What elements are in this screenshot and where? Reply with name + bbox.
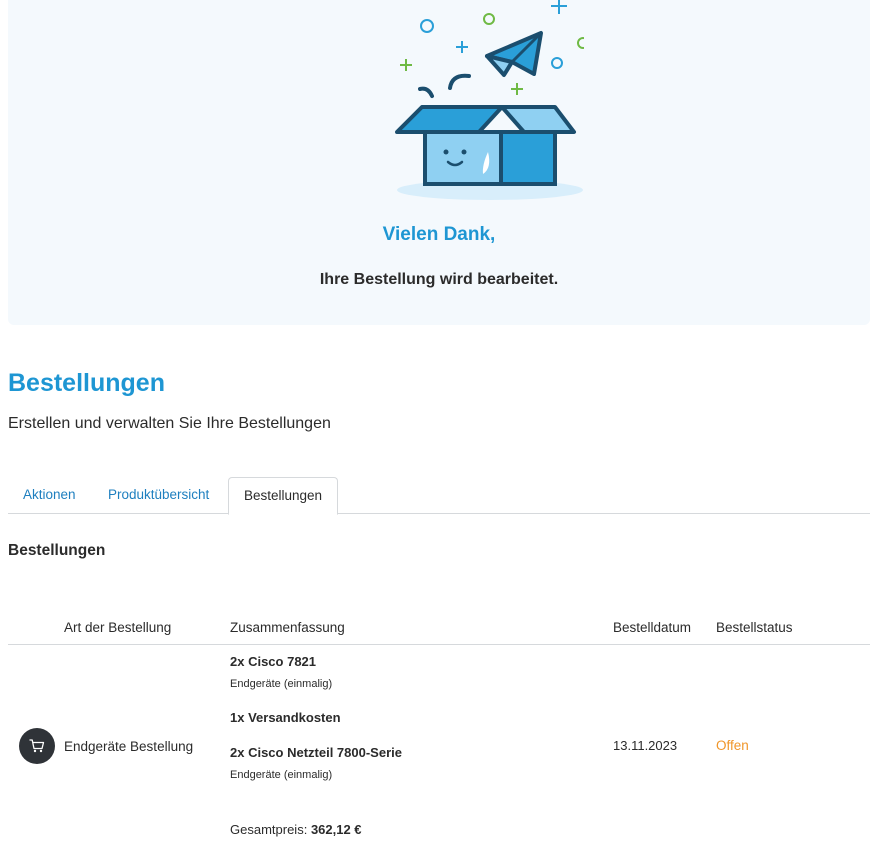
order-total: Gesamtpreis: 362,12 € <box>230 822 362 837</box>
tab-produktuebersicht[interactable]: Produktübersicht <box>93 477 224 514</box>
table-row[interactable]: Endgeräte Bestellung 2x Cisco 7821 Endge… <box>8 645 870 845</box>
tab-bestellungen[interactable]: Bestellungen <box>228 477 339 515</box>
cart-icon[interactable] <box>19 728 55 764</box>
column-header-status: Bestellstatus <box>716 620 793 635</box>
tab-aktionen[interactable]: Aktionen <box>8 477 91 514</box>
tab-bar: Aktionen Produktübersicht Bestellungen <box>8 477 870 515</box>
order-date: 13.11.2023 <box>613 738 678 753</box>
confirmation-banner: Vielen Dank, Ihre Bestellung wird bearbe… <box>8 0 870 325</box>
total-value: 362,12 € <box>310 822 362 837</box>
order-sent-illustration <box>395 0 584 200</box>
page-subtitle: Erstellen und verwalten Sie Ihre Bestell… <box>8 415 331 432</box>
column-header-date: Bestelldatum <box>613 620 692 635</box>
total-label: Gesamtpreis: <box>230 822 308 837</box>
table-header: Art der Bestellung Zusammenfassung Beste… <box>8 612 870 645</box>
summary-item-name: 2x Cisco Netzteil 7800-Serie <box>230 745 402 760</box>
status-badge: Offen <box>716 738 749 753</box>
column-header-type: Art der Bestellung <box>64 620 172 635</box>
summary-item-name: 2x Cisco 7821 <box>230 654 317 669</box>
thank-you-heading: Vielen Dank, <box>382 224 496 245</box>
summary-item-category: Endgeräte (einmalig) <box>230 769 333 781</box>
order-type: Endgeräte Bestellung <box>64 739 194 754</box>
order-processing-message: Ihre Bestellung wird bearbeitet. <box>319 271 559 288</box>
section-title: Bestellungen <box>8 542 106 559</box>
summary-item-category: Endgeräte (einmalig) <box>230 678 333 690</box>
column-header-summary: Zusammenfassung <box>230 620 345 635</box>
page-title: Bestellungen <box>8 369 165 397</box>
summary-item-name: 1x Versandkosten <box>230 710 341 725</box>
